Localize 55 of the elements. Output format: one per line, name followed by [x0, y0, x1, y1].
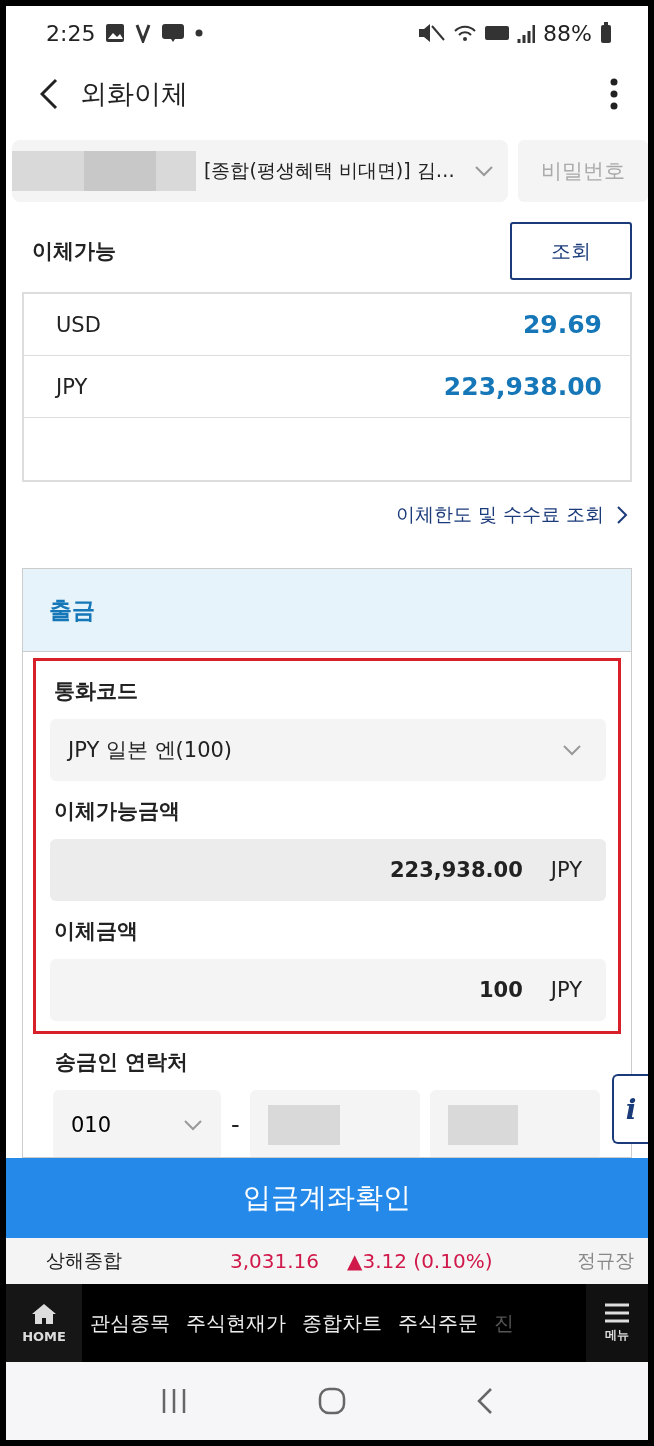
phone-prefix-select[interactable]: 010	[53, 1090, 221, 1157]
chat-bubble-icon	[161, 24, 186, 42]
dot-icon	[195, 29, 204, 37]
mute-icon	[417, 22, 446, 44]
back-icon[interactable]	[40, 78, 58, 110]
field-label: 이체금액	[53, 918, 139, 945]
confirm-account-button[interactable]: 입금계좌확인	[6, 1158, 648, 1238]
info-button[interactable]: i	[612, 1074, 648, 1144]
currency-code: JPY	[56, 374, 88, 399]
home-icon	[31, 1302, 57, 1325]
separator: -	[231, 1111, 240, 1139]
battery-icon	[600, 22, 612, 44]
account-name: [종합(평생혜택 비대면)] 김…	[204, 158, 456, 183]
index-name: 상해종합	[46, 1248, 123, 1273]
amount-field[interactable]: 100 JPY	[50, 959, 606, 1021]
index-value: 3,031.16	[230, 1249, 320, 1273]
phone-last-field[interactable]	[429, 1090, 600, 1157]
v-notification-icon	[135, 23, 152, 43]
menu-button[interactable]: 메뉴	[586, 1284, 648, 1362]
balance-amount: 223,938.00	[443, 372, 602, 401]
home-button[interactable]: HOME	[6, 1284, 82, 1362]
chevron-down-icon	[474, 165, 494, 177]
chevron-right-icon	[616, 505, 628, 525]
more-icon[interactable]	[610, 78, 618, 110]
currency-code: USD	[56, 312, 101, 337]
balance-amount: 29.69	[522, 310, 602, 339]
nav-tab[interactable]: 주식주문	[390, 1309, 486, 1337]
image-icon	[105, 23, 126, 43]
section-title: 출금	[49, 595, 95, 625]
query-button[interactable]: 조회	[510, 222, 632, 280]
limit-fee-link[interactable]: 이체한도 및 수수료 조회	[22, 482, 632, 568]
blurred-block	[12, 151, 84, 191]
field-label: 이체가능금액	[53, 798, 181, 825]
market-session: 정규장	[577, 1248, 634, 1273]
phone-middle-field[interactable]	[249, 1090, 420, 1157]
currency-select[interactable]: JPY 일본 엔(100)	[50, 719, 606, 781]
page-title: 외화이체	[80, 77, 188, 111]
available-amount-field: 223,938.00 JPY	[50, 839, 606, 901]
index-change: ▲3.12 (0.10%)	[347, 1249, 493, 1273]
status-time: 2:25	[46, 20, 96, 46]
nav-tab[interactable]: 종합차트	[294, 1309, 390, 1337]
chevron-down-icon	[183, 1119, 203, 1131]
account-select[interactable]: [종합(평생혜택 비대면)] 김…	[12, 140, 508, 202]
menu-icon	[604, 1302, 630, 1323]
blurred-block	[447, 1105, 518, 1145]
chevron-down-icon	[562, 744, 582, 756]
signal-icon	[517, 23, 536, 43]
field-label: 송금인 연락처	[54, 1049, 190, 1076]
recent-apps-icon[interactable]	[161, 1388, 188, 1414]
nav-tab[interactable]: 관심종목	[82, 1309, 178, 1337]
nav-tab[interactable]: 주식현재가	[178, 1309, 294, 1337]
section-title: 이체가능	[32, 238, 116, 265]
battery-percent: 88%	[543, 20, 592, 46]
wifi-icon	[453, 24, 478, 42]
field-label: 통화코드	[53, 678, 139, 705]
